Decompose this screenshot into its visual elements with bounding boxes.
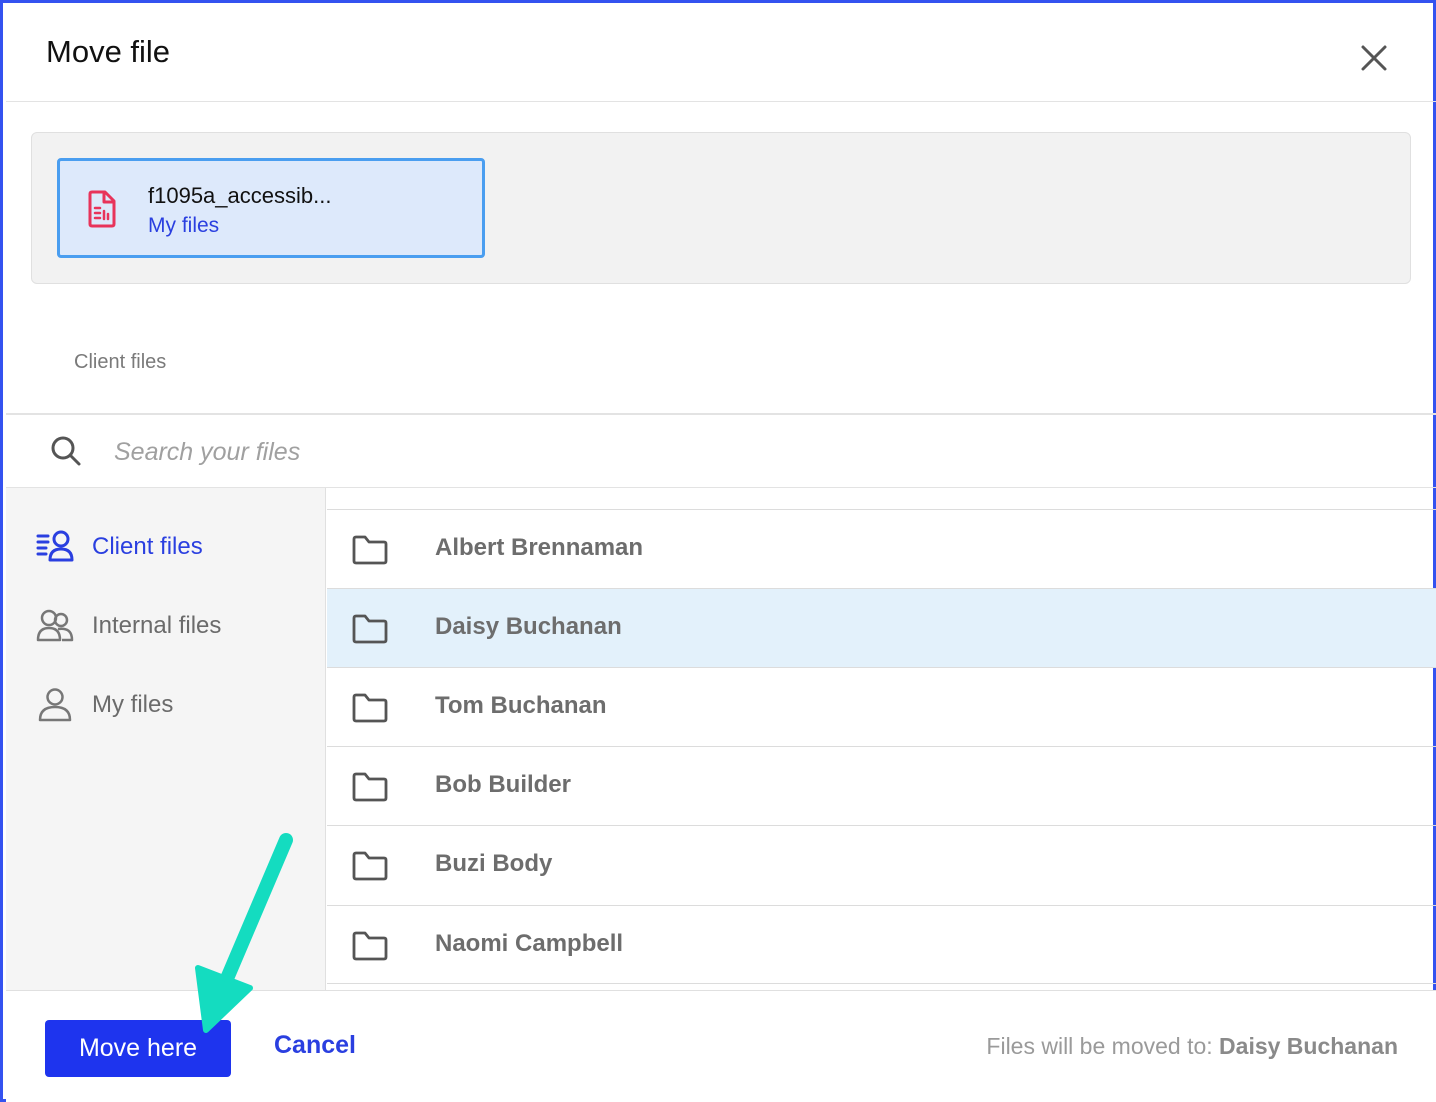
move-file-dialog: Move file f1095a_accessib... My files Cl… [0,0,1436,1102]
sidebar-item-client-files[interactable]: Client files [6,517,324,577]
cancel-button[interactable]: Cancel [274,1031,356,1060]
users-icon [36,609,74,642]
folder-name: Naomi Campbell [435,930,624,957]
folder-row[interactable]: Albert Brennaman [327,509,1436,588]
destination-name: Daisy Buchanan [1219,1033,1398,1059]
folder-icon [352,614,388,644]
client-files-icon [36,530,74,562]
destination-info: Files will be moved to: Daisy Buchanan [986,1033,1398,1060]
sidebar: Client files Internal files My files [6,488,326,990]
search-icon [51,436,81,466]
close-button[interactable] [1356,40,1392,76]
dialog-title: Move file [46,34,171,69]
folder-icon [352,851,388,881]
folder-icon [352,535,388,565]
folder-row[interactable]: Naomi Campbell [327,905,1436,984]
folder-name: Albert Brennaman [435,534,644,561]
close-icon [1361,45,1387,71]
file-name: f1095a_accessib... [148,183,332,208]
destination-prefix: Files will be moved to: [986,1033,1213,1059]
search-bar [6,413,1436,488]
user-icon [38,688,72,722]
sidebar-item-label: My files [92,691,174,718]
sidebar-item-label: Internal files [92,612,222,639]
file-location: My files [148,214,220,237]
folder-icon [352,772,388,802]
sidebar-item-label: Client files [92,533,203,560]
search-input[interactable] [112,431,816,473]
folder-icon [352,931,388,961]
folder-list: Albert Brennaman Daisy Buchanan Tom Buch… [327,488,1436,990]
folder-name: Bob Builder [435,771,571,798]
folder-row[interactable]: Tom Buchanan [327,667,1436,746]
folder-row[interactable]: Bob Builder [327,746,1436,825]
document-icon [88,190,116,228]
dialog-footer: Move here Cancel Files will be moved to:… [6,990,1436,1102]
folder-row[interactable]: Buzi Body [327,825,1436,904]
file-card[interactable]: f1095a_accessib... My files [57,158,485,258]
sidebar-item-internal-files[interactable]: Internal files [6,596,324,656]
breadcrumb[interactable]: Client files [74,351,166,374]
move-here-button[interactable]: Move here [45,1020,231,1077]
folder-name: Tom Buchanan [435,692,607,719]
folder-icon [352,693,388,723]
sidebar-item-my-files[interactable]: My files [6,675,324,735]
folder-row[interactable]: Daisy Buchanan [327,588,1436,667]
folder-name: Buzi Body [435,850,553,877]
folder-name: Daisy Buchanan [435,613,622,640]
selected-files-panel: f1095a_accessib... My files [31,132,1411,284]
dialog-header: Move file [6,6,1436,102]
